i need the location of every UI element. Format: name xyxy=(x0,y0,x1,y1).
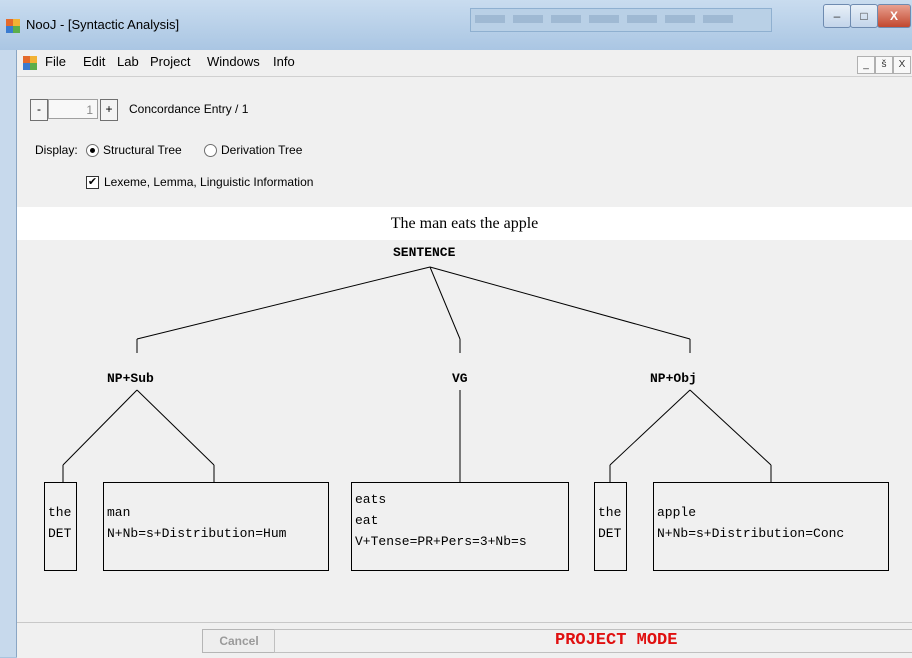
mdi-minimize-button[interactable]: _ xyxy=(857,56,875,74)
nooj-app-icon xyxy=(6,19,20,33)
window-title: NooJ - [Syntactic Analysis] xyxy=(26,17,180,32)
project-mode-indicator: PROJECT MODE xyxy=(555,631,678,650)
leaf-node-apple: apple N+Nb=s+Distribution=Conc xyxy=(653,482,889,571)
entry-number-field[interactable]: 1 xyxy=(48,99,98,119)
leaf-info: N+Nb=s+Distribution=Conc xyxy=(657,526,845,541)
leaf-node-eats: eats eat V+Tense=PR+Pers=3+Nb=s xyxy=(351,482,569,571)
leaf-lemma: eat xyxy=(355,513,379,528)
display-label: Display: xyxy=(35,143,78,157)
cancel-button[interactable]: Cancel xyxy=(202,629,276,653)
lexeme-checkbox-label[interactable]: Lexeme, Lemma, Linguistic Information xyxy=(104,175,313,189)
leaf-lexeme: apple xyxy=(657,505,697,520)
background-window-ghost xyxy=(470,8,772,32)
menu-file[interactable]: File xyxy=(45,54,66,69)
mdi-restore-button[interactable]: š xyxy=(875,56,893,74)
leaf-lexeme: man xyxy=(107,505,131,520)
next-entry-button[interactable]: + xyxy=(100,99,118,121)
concordance-entry-label: Concordance Entry / 1 xyxy=(129,102,249,116)
leaf-node-man: man N+Nb=s+Distribution=Hum xyxy=(103,482,329,571)
controls-panel: - 1 + Concordance Entry / 1 Display: Str… xyxy=(17,77,912,207)
menu-windows[interactable]: Windows xyxy=(207,54,260,69)
status-bar: Cancel PROJECT MODE xyxy=(17,622,912,658)
minimize-button[interactable]: – xyxy=(823,4,851,28)
close-button[interactable]: X xyxy=(877,4,911,28)
leaf-node-the-2: the DET xyxy=(594,482,627,571)
leaf-info: N+Nb=s+Distribution=Hum xyxy=(107,526,287,541)
leaf-info: DET xyxy=(48,526,72,541)
menu-edit[interactable]: Edit xyxy=(83,54,105,69)
maximize-button[interactable]: □ xyxy=(850,4,878,28)
phrase-node-np-sub: NP+Sub xyxy=(107,371,154,386)
mdi-document-icon[interactable] xyxy=(23,56,37,70)
previous-entry-button[interactable]: - xyxy=(30,99,48,121)
derivation-tree-label[interactable]: Derivation Tree xyxy=(221,143,302,157)
leaf-info: DET xyxy=(598,526,622,541)
phrase-node-vg: VG xyxy=(452,371,468,386)
sentence-bar: The man eats the apple xyxy=(17,207,912,240)
menu-lab[interactable]: Lab xyxy=(117,54,139,69)
leaf-info: V+Tense=PR+Pers=3+Nb=s xyxy=(355,534,527,549)
window-left-border xyxy=(0,50,17,657)
leaf-lexeme: eats xyxy=(355,492,387,507)
tree-root-node: SENTENCE xyxy=(393,245,456,260)
phrase-node-np-obj: NP+Obj xyxy=(650,371,697,386)
leaf-node-the-1: the DET xyxy=(44,482,77,571)
leaf-lexeme: the xyxy=(48,505,72,520)
structural-tree-radio[interactable] xyxy=(86,144,99,157)
analyzed-sentence: The man eats the apple xyxy=(390,215,539,232)
menu-bar: File Edit Lab Project Windows Info _ š X xyxy=(17,50,912,77)
lexeme-checkbox[interactable]: ✔ xyxy=(86,176,99,189)
structural-tree-label[interactable]: Structural Tree xyxy=(103,143,182,157)
menu-info[interactable]: Info xyxy=(273,54,295,69)
window-title-bar: NooJ - [Syntactic Analysis] – □ X xyxy=(0,0,912,50)
leaf-lexeme: the xyxy=(598,505,622,520)
menu-project[interactable]: Project xyxy=(150,54,190,69)
mdi-close-button[interactable]: X xyxy=(893,56,911,74)
derivation-tree-radio[interactable] xyxy=(204,144,217,157)
syntax-tree-canvas: SENTENCE NP+Sub VG NP+Obj the DET man N+… xyxy=(17,240,912,622)
